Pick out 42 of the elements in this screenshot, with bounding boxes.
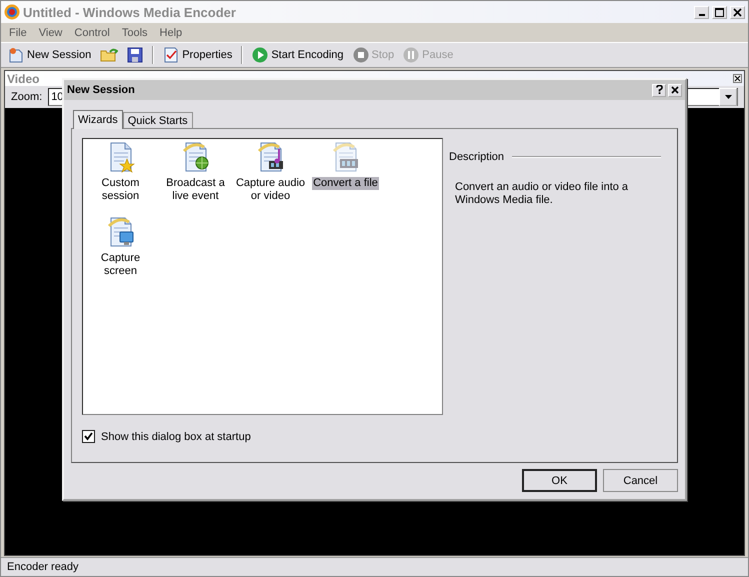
menu-item[interactable]: Tools [116,26,154,38]
wizard-label[interactable]: Convert a file [312,177,379,190]
pane-title: Video [7,72,40,86]
toolbar-button[interactable]: Start Encoding [249,46,346,64]
dialog-title: New Session [67,84,136,96]
wizard-label[interactable]: Broadcast a live event [158,177,233,203]
window-title: Untitled - Windows Media Encoder [23,4,237,20]
toolbar-button[interactable]: New Session [5,46,94,64]
menu-item[interactable]: Help [154,26,188,38]
checkbox[interactable] [82,430,95,443]
toolbar-button[interactable]: Properties [160,46,236,64]
minimize-icon [698,14,704,16]
help-icon [656,84,662,94]
pane-close-button[interactable] [733,74,742,83]
description-text: Convert an audio or video file into a Windows Media file. [455,181,630,207]
zoom-label: Zoom: [11,91,42,103]
wizard-label[interactable]: Capture screen [83,252,158,278]
dialog-button[interactable]: OK [522,469,597,492]
dialog-button[interactable]: Cancel [603,469,678,492]
close-icon [671,86,679,94]
play-icon [252,47,268,63]
new-session-icon [8,47,24,63]
checkbox-label: Show this dialog box at startup [101,430,251,442]
menu-item[interactable]: View [32,26,68,38]
stop-icon [352,47,368,63]
menu-item[interactable]: Control [68,26,116,38]
minimize-button[interactable] [694,6,709,18]
maximize-button[interactable] [712,6,727,18]
tab[interactable]: Wizards [73,110,123,129]
tab[interactable]: Quick Starts [122,112,193,128]
close-button[interactable] [730,6,745,18]
dropdown-arrow-icon [724,95,732,99]
wizard-label[interactable]: Capture audio or video [233,177,308,203]
wizard-label[interactable]: Custom session [83,177,158,203]
close-button[interactable] [668,84,682,96]
checklist-icon [163,47,180,63]
app-icon [4,4,20,20]
pause-icon [403,47,420,63]
help-button[interactable] [652,84,666,96]
description-heading: Description [449,151,504,163]
menu-item[interactable]: File [3,26,33,38]
status-text: Encoder ready [7,561,79,573]
